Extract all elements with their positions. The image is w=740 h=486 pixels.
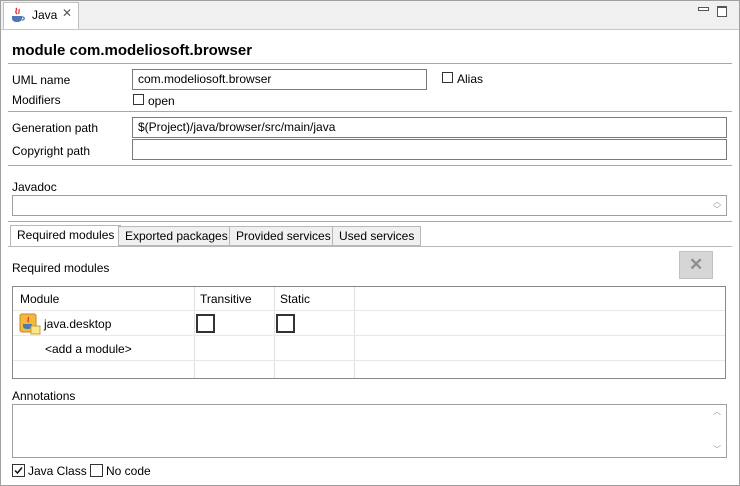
required-modules-label: Required modules — [12, 261, 110, 275]
annotations-textarea[interactable] — [12, 404, 727, 458]
alias-label: Alias — [457, 72, 484, 86]
java-cup-icon — [12, 7, 25, 22]
transitive-checkbox[interactable] — [196, 314, 215, 333]
minimize-icon[interactable] — [698, 7, 709, 11]
java-module-icon — [19, 313, 41, 335]
generation-path-input[interactable]: $(Project)/java/browser/src/main/java — [132, 117, 727, 138]
column-header-module[interactable]: Module — [20, 292, 59, 306]
scroll-down-icon[interactable]: ﹀ — [713, 446, 721, 454]
required-modules-table: Module Transitive Static java.desktop <a… — [12, 286, 726, 379]
open-label: open — [148, 94, 175, 108]
tab-exported-packages[interactable]: Exported packages — [118, 226, 235, 246]
copyright-path-label: Copyright path — [12, 144, 91, 158]
javadoc-label: Javadoc — [12, 180, 57, 194]
divider — [8, 221, 732, 222]
alias-checkbox[interactable] — [442, 72, 453, 83]
modifiers-label: Modifiers — [12, 93, 61, 107]
divider — [8, 111, 732, 112]
close-icon[interactable]: ✕ — [62, 6, 72, 20]
module-name: java.desktop — [44, 317, 112, 331]
no-code-label: No code — [106, 464, 151, 478]
scroll-up-icon[interactable]: ︿ — [713, 408, 721, 416]
static-checkbox[interactable] — [276, 314, 295, 333]
uml-name-label: UML name — [12, 73, 71, 87]
scroll-down-icon[interactable]: ﹀ — [713, 206, 721, 214]
view-tab-bar — [1, 1, 739, 30]
tab-provided-services[interactable]: Provided services — [229, 226, 338, 246]
tab-required-modules[interactable]: Required modules — [10, 225, 122, 247]
add-module-row[interactable]: <add a module> — [13, 336, 725, 360]
checkmark-icon — [14, 467, 23, 475]
add-module-link[interactable]: <add a module> — [45, 342, 132, 356]
generation-path-label: Generation path — [12, 121, 99, 135]
tab-used-services[interactable]: Used services — [332, 226, 422, 246]
copyright-path-input[interactable] — [132, 139, 727, 160]
divider — [8, 165, 732, 166]
no-code-checkbox[interactable] — [90, 464, 103, 477]
column-header-static[interactable]: Static — [280, 292, 310, 306]
divider — [8, 63, 732, 64]
java-view-tab-label: Java — [32, 8, 58, 22]
javadoc-textarea[interactable] — [12, 195, 727, 216]
column-header-transitive[interactable]: Transitive — [200, 292, 252, 306]
table-row[interactable]: java.desktop — [13, 311, 725, 335]
java-class-checkbox[interactable] — [12, 464, 25, 477]
remove-icon: ✕ — [689, 255, 704, 274]
uml-name-input[interactable]: com.modeliosoft.browser — [132, 69, 427, 90]
annotations-label: Annotations — [12, 389, 76, 403]
remove-module-button[interactable]: ✕ — [679, 251, 713, 279]
java-class-label: Java Class — [28, 464, 87, 478]
maximize-icon[interactable] — [717, 6, 727, 17]
java-view-tab[interactable]: Java ✕ — [3, 2, 79, 29]
open-checkbox[interactable] — [133, 94, 144, 105]
page-title: module com.modeliosoft.browser — [12, 42, 253, 59]
